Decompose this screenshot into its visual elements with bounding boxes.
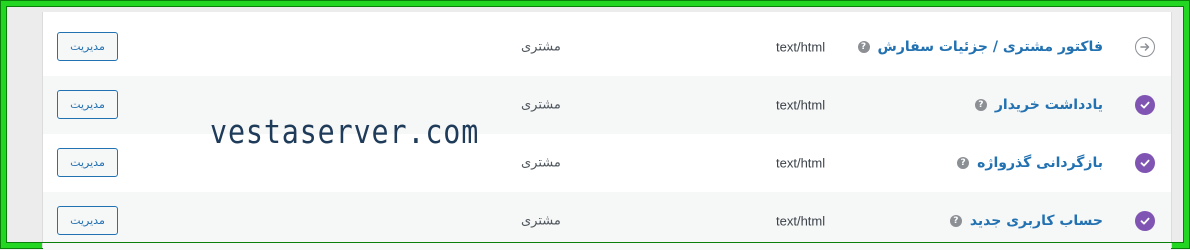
recipient: مشتری <box>521 39 561 55</box>
content-type: text/html <box>776 155 826 171</box>
watermark-text: vestaserver.com <box>210 112 480 151</box>
email-name: بازگردانی گذرواژه ? <box>957 155 1103 171</box>
recipient: مشتری <box>521 213 561 229</box>
email-name: حساب کاربری جدید ? <box>949 213 1103 229</box>
manual-arrow-icon <box>1135 37 1155 57</box>
email-name-link[interactable]: یادداشت خریدار <box>995 97 1103 113</box>
content-type: text/html <box>776 213 826 229</box>
email-name-link[interactable]: حساب کاربری جدید <box>970 213 1103 229</box>
manage-button[interactable]: مدیریت <box>57 32 118 61</box>
table-row: حساب کاربری جدید ? text/html مشتری مدیری… <box>43 192 1171 250</box>
email-name-link[interactable]: بازگردانی گذرواژه <box>977 155 1103 171</box>
help-tip-icon[interactable]: ? <box>949 215 962 227</box>
help-tip-icon[interactable]: ? <box>957 157 970 169</box>
enabled-check-icon <box>1135 211 1155 231</box>
recipient: مشتری <box>521 97 561 113</box>
content-type: text/html <box>776 39 826 55</box>
email-name: فاکتور مشتری / جزئیات سفارش ? <box>857 39 1103 55</box>
help-tip-icon[interactable]: ? <box>857 41 870 53</box>
email-name-link[interactable]: فاکتور مشتری / جزئیات سفارش <box>878 39 1103 55</box>
content-type: text/html <box>776 97 826 113</box>
table-row: فاکتور مشتری / جزئیات سفارش ? text/html … <box>43 18 1171 76</box>
enabled-check-icon <box>1135 95 1155 115</box>
manage-button[interactable]: مدیریت <box>57 206 118 235</box>
screenshot-frame: فاکتور مشتری / جزئیات سفارش ? text/html … <box>0 0 1190 250</box>
recipient: مشتری <box>521 155 561 171</box>
enabled-check-icon <box>1135 153 1155 173</box>
manage-button[interactable]: مدیریت <box>57 148 118 177</box>
manage-button[interactable]: مدیریت <box>57 90 118 119</box>
help-tip-icon[interactable]: ? <box>974 99 987 111</box>
email-name: یادداشت خریدار ? <box>974 97 1103 113</box>
